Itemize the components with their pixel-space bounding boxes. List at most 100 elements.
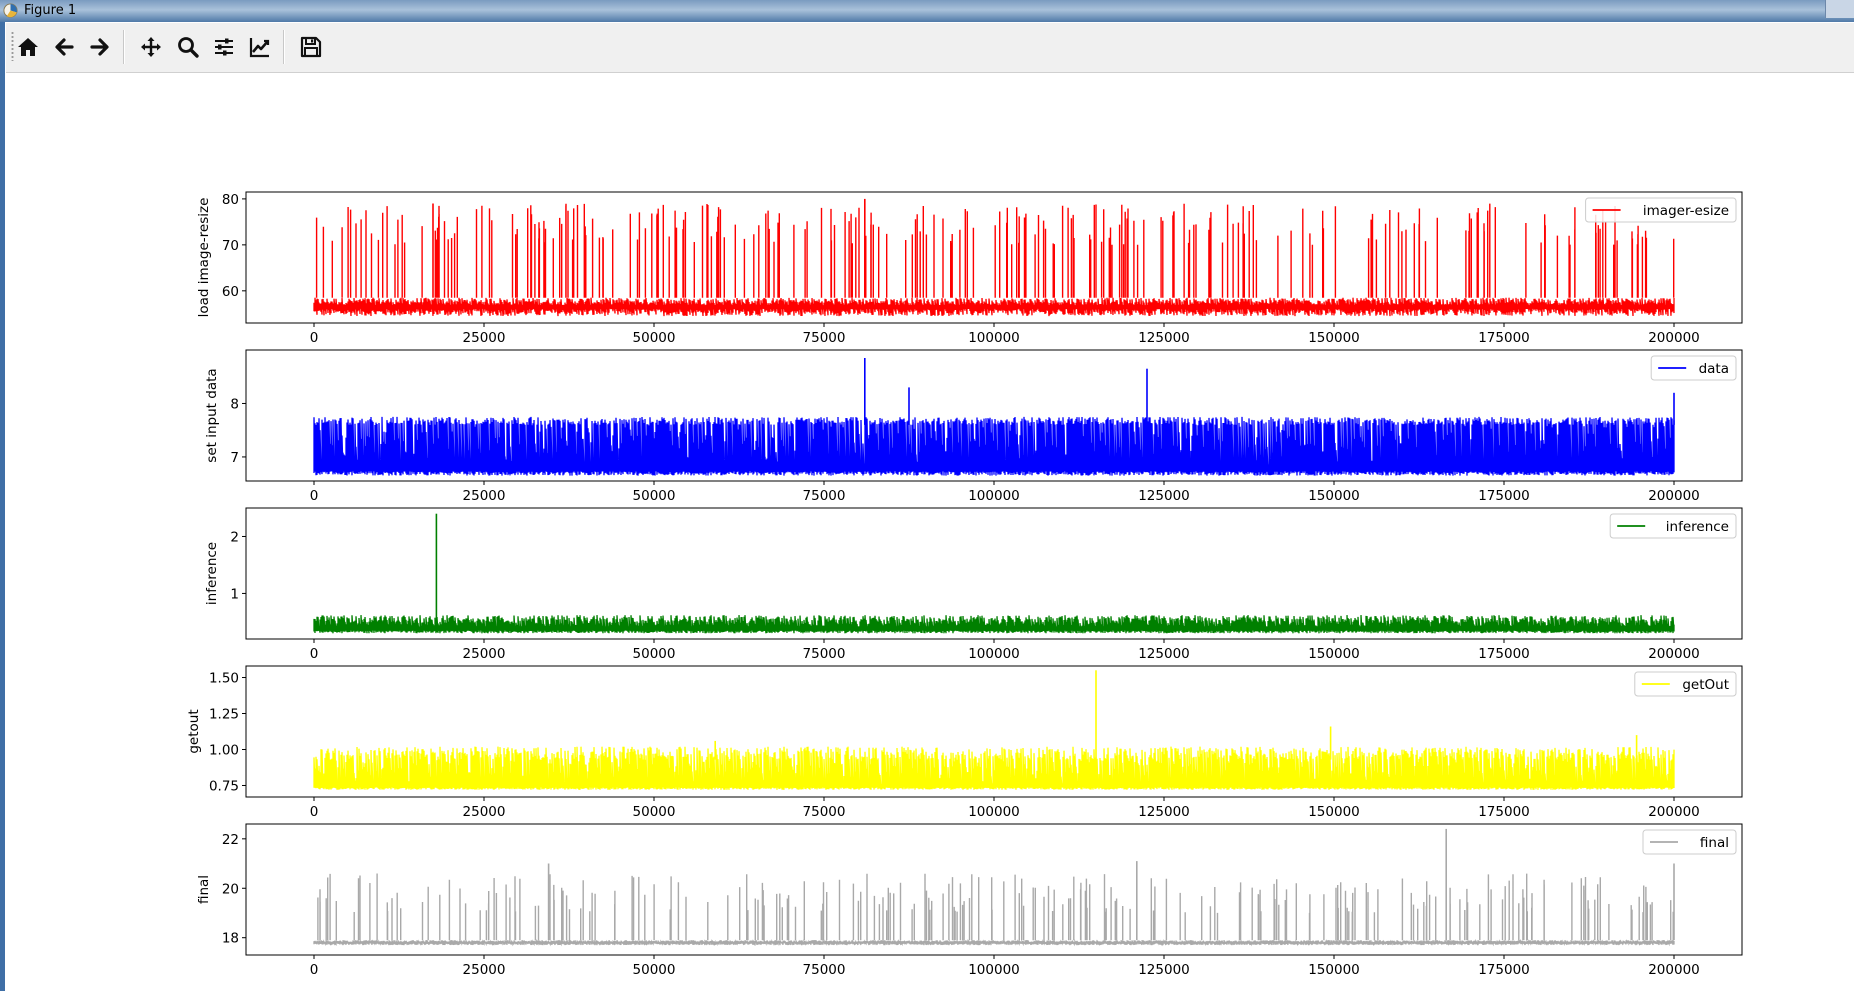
series-line [313,297,1675,317]
x-tick-label: 0 [310,488,319,504]
window-title: Figure 1 [24,3,77,18]
axes-frame [245,823,1743,956]
line-chart-icon [249,38,270,58]
navigation-toolbar [6,23,1854,73]
legend-label: imager-esize [1643,203,1729,219]
x-tick-label: 200000 [1648,646,1700,662]
subplot-3: 0 25000 50000 75000 100000 125000 150000 175000… [204,507,1743,662]
x-tick-label: 50000 [633,804,676,820]
home-icon [18,38,38,56]
y-tick-label: 1.00 [209,742,239,758]
x-tick-label: 100000 [968,488,1020,504]
x-tick-label: 175000 [1478,330,1530,346]
x-tick-label: 125000 [1138,804,1190,820]
y-tick-label: 20 [222,881,239,897]
window-control-button[interactable] [1825,0,1854,18]
series-line [313,615,1675,634]
x-tick-label: 125000 [1138,962,1190,978]
toolbar-separator [123,30,125,64]
x-tick-label: 0 [310,646,319,662]
legend-label: getOut [1682,677,1729,693]
x-tick-label: 0 [310,330,319,346]
y-tick-label: 80 [222,192,239,208]
x-tick-label: 175000 [1478,804,1530,820]
figure-canvas[interactable]: 0 25000 50000 75000 100000 125000 150000 175000… [5,73,1854,991]
legend-label: data [1699,361,1729,377]
x-tick-label: 150000 [1308,804,1360,820]
y-tick-label: 1 [230,586,239,602]
configure-subplots-button[interactable] [210,33,238,61]
series-spikes [315,203,1675,298]
series-spikes [317,873,1674,941]
x-tick-label: 50000 [633,488,676,504]
x-tick-label: 100000 [968,330,1020,346]
save-button[interactable] [297,33,325,61]
legend-label: final [1700,835,1729,851]
zoom-button[interactable] [174,33,202,61]
x-tick-label: 125000 [1138,646,1190,662]
x-tick-label: 200000 [1648,804,1700,820]
x-tick-label: 100000 [968,962,1020,978]
arrow-left-icon [55,38,74,56]
arrow-right-icon [90,38,109,56]
x-tick-label: 25000 [463,804,506,820]
back-button[interactable] [50,33,78,61]
x-tick-label: 75000 [803,488,846,504]
y-tick-label: 2 [230,529,239,545]
y-tick-label: 1.25 [209,707,239,723]
x-tick-label: 75000 [803,804,846,820]
y-tick-label: 8 [230,396,239,412]
x-tick-label: 200000 [1648,488,1700,504]
figure-plots: 0 25000 50000 75000 100000 125000 150000 175000… [186,191,1743,978]
x-tick-label: 125000 [1138,488,1190,504]
series-line [313,416,1675,476]
x-tick-label: 25000 [463,330,506,346]
subplot-2: 0 25000 50000 75000 100000 125000 150000 175000… [204,349,1743,504]
legend-label: inference [1666,519,1729,535]
y-axis-label: set input data [204,368,220,462]
x-tick-label: 200000 [1648,962,1700,978]
x-tick-label: 200000 [1648,330,1700,346]
x-tick-label: 150000 [1308,962,1360,978]
move-icon [141,37,161,57]
y-tick-label: 60 [222,284,239,300]
x-tick-label: 175000 [1478,962,1530,978]
y-axis-label: final [196,875,212,904]
subplot-5: 0 25000 50000 75000 100000 125000 150000 175000… [196,823,1743,978]
x-tick-label: 150000 [1308,330,1360,346]
x-tick-label: 50000 [633,646,676,662]
x-tick-label: 150000 [1308,488,1360,504]
x-tick-label: 125000 [1138,330,1190,346]
toolbar-separator [283,30,285,64]
y-tick-label: 0.75 [209,778,239,794]
x-tick-label: 175000 [1478,488,1530,504]
x-tick-label: 75000 [803,646,846,662]
subplot-1: 0 25000 50000 75000 100000 125000 150000 175000… [196,191,1743,346]
x-tick-label: 25000 [463,646,506,662]
y-axis-label: getout [186,709,202,753]
subplot-4: 0 25000 50000 75000 100000 125000 150000 175000… [186,665,1743,820]
app-icon [3,3,18,18]
x-tick-label: 100000 [968,646,1020,662]
pan-button[interactable] [137,33,165,61]
x-tick-label: 0 [310,962,319,978]
y-axis-label: inference [204,542,220,605]
floppy-disk-icon [300,36,322,58]
x-tick-label: 50000 [633,962,676,978]
x-tick-label: 75000 [803,330,846,346]
x-tick-label: 25000 [463,962,506,978]
x-tick-label: 75000 [803,962,846,978]
window-titlebar: Figure 1 [0,0,1854,22]
y-axis-label: load image-resize [196,198,212,318]
edit-axis-button[interactable] [246,33,274,61]
x-tick-label: 25000 [463,488,506,504]
y-tick-label: 22 [222,832,239,848]
y-tick-label: 7 [230,450,239,466]
home-button[interactable] [14,33,42,61]
x-tick-label: 150000 [1308,646,1360,662]
x-tick-label: 0 [310,804,319,820]
x-tick-label: 175000 [1478,646,1530,662]
search-icon [178,37,199,58]
forward-button[interactable] [86,33,114,61]
y-tick-label: 70 [222,238,239,254]
